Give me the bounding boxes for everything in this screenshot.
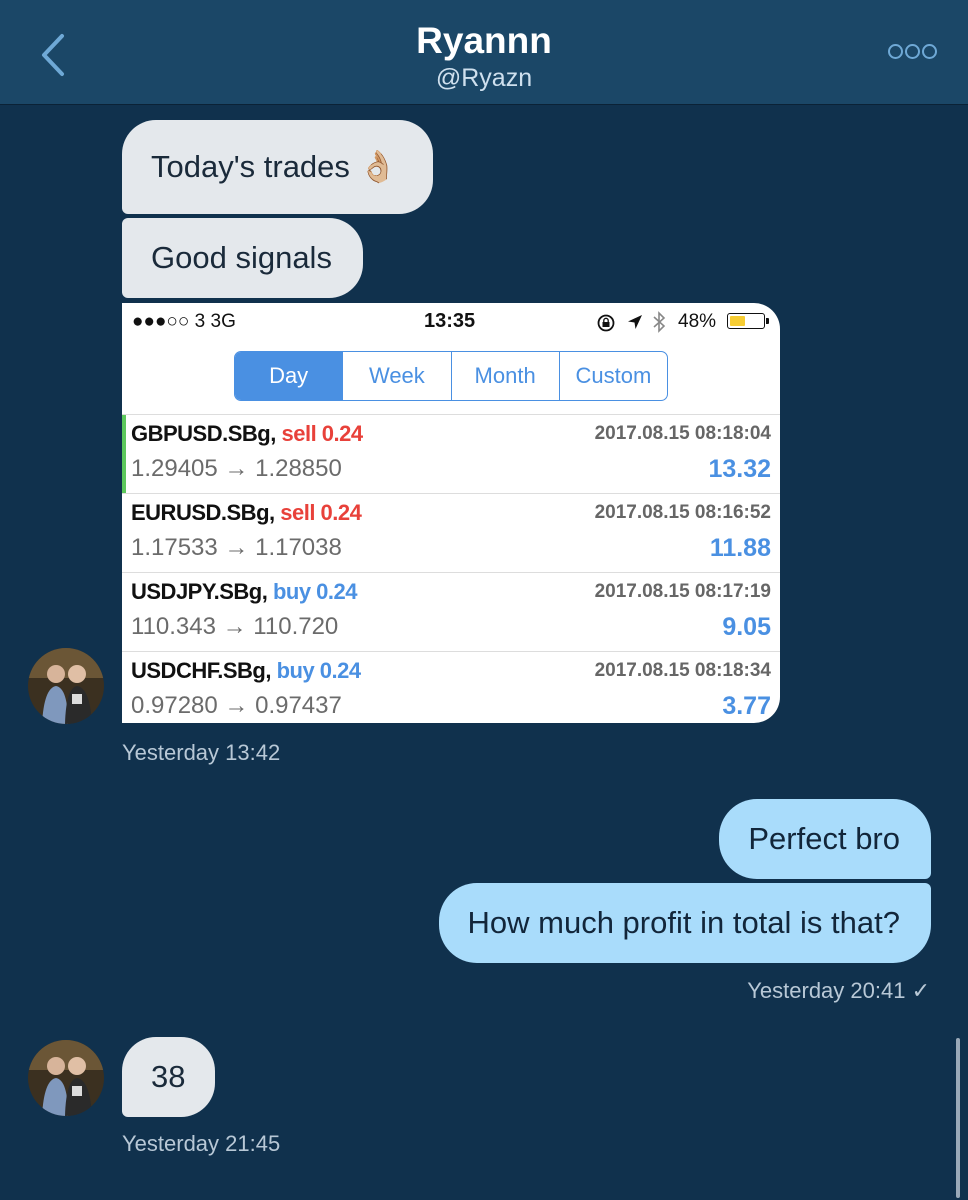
message-timestamp: Yesterday 20:41 ✓: [747, 978, 930, 1003]
carrier-signal: ●●●○○ 3 3G: [132, 311, 236, 332]
contact-handle: @Ryazn: [435, 64, 533, 92]
trade-symbol: USDJPY.SBg, buy 0.24: [131, 579, 358, 604]
location-arrow-icon: [628, 315, 642, 329]
status-time: 13:35: [424, 310, 476, 332]
trade-datetime: 2017.08.15 08:17:19: [594, 581, 771, 602]
battery-percent: 48%: [678, 311, 717, 332]
message-timestamp: Yesterday 21:45: [122, 1131, 281, 1156]
row-highlight-bar: [122, 415, 126, 493]
battery-icon: [727, 313, 769, 329]
trade-symbol: USDCHF.SBg, buy 0.24: [131, 658, 362, 683]
period-segmented-control: Day Week Month Custom: [234, 351, 668, 401]
trade-row[interactable]: USDJPY.SBg, buy 0.24 2017.08.15 08:17:19…: [122, 572, 780, 650]
message-bubble-outgoing[interactable]: How much profit in total is that?: [438, 883, 931, 963]
trade-profit: 13.32: [708, 455, 771, 483]
contact-name[interactable]: Ryannn: [0, 20, 968, 62]
trade-datetime: 2017.08.15 08:18:34: [594, 660, 771, 681]
message-text: Perfect bro: [748, 821, 900, 856]
trade-side: sell 0.24: [281, 421, 363, 446]
message-text: Good signals: [151, 240, 332, 275]
bluetooth-icon: [653, 311, 666, 333]
avatar[interactable]: [28, 648, 104, 724]
message-bubble-incoming[interactable]: Today's trades 👌🏼: [122, 120, 434, 214]
rotation-lock-icon: [597, 314, 615, 332]
avatar[interactable]: [28, 1040, 104, 1116]
tab-week[interactable]: Week: [343, 352, 452, 400]
tab-day[interactable]: Day: [235, 352, 344, 400]
trade-prices: 1.17533 → 1.17038: [131, 534, 342, 561]
phone-status-bar: ●●●○○ 3 3G 13:35 48%: [122, 303, 780, 341]
tab-month[interactable]: Month: [452, 352, 560, 400]
message-text: Today's trades 👌🏼: [151, 149, 398, 184]
more-dots-icon[interactable]: [888, 44, 940, 64]
trade-datetime: 2017.08.15 08:18:04: [594, 423, 771, 444]
trade-prices: 110.343 → 110.720: [131, 613, 339, 640]
trade-row[interactable]: USDCHF.SBg, buy 0.24 2017.08.15 08:18:34…: [122, 651, 780, 723]
trade-side: buy 0.24: [276, 658, 362, 683]
trade-symbol: EURUSD.SBg, sell 0.24: [131, 500, 362, 525]
message-bubble-outgoing[interactable]: Perfect bro: [719, 799, 931, 879]
scrollbar[interactable]: [956, 1038, 960, 1198]
trade-side: buy 0.24: [272, 579, 358, 604]
trade-prices: 0.97280 → 0.97437: [131, 692, 342, 719]
trade-profit: 9.05: [722, 613, 771, 641]
trade-prices: 1.29405 → 1.28850: [131, 455, 342, 482]
trade-datetime: 2017.08.15 08:16:52: [594, 502, 771, 523]
trade-side: sell 0.24: [280, 500, 362, 525]
trade-profit: 3.77: [722, 692, 771, 720]
message-text: 38: [151, 1059, 186, 1094]
message-bubble-incoming[interactable]: 38: [122, 1037, 216, 1117]
message-text: How much profit in total is that?: [467, 905, 900, 940]
tab-custom[interactable]: Custom: [560, 352, 667, 400]
message-bubble-incoming[interactable]: Good signals: [122, 218, 363, 298]
trade-profit: 11.88: [709, 534, 771, 562]
trade-row[interactable]: EURUSD.SBg, sell 0.24 2017.08.15 08:16:5…: [122, 493, 780, 571]
trade-row[interactable]: GBPUSD.SBg, sell 0.24 2017.08.15 08:18:0…: [122, 414, 780, 493]
message-timestamp: Yesterday 13:42: [122, 740, 281, 765]
conversation-header: Ryannn @Ryazn: [0, 0, 968, 105]
trade-symbol: GBPUSD.SBg, sell 0.24: [131, 421, 363, 446]
shared-screenshot-image[interactable]: ●●●○○ 3 3G 13:35 48% Day Week Month Cust…: [122, 303, 780, 723]
